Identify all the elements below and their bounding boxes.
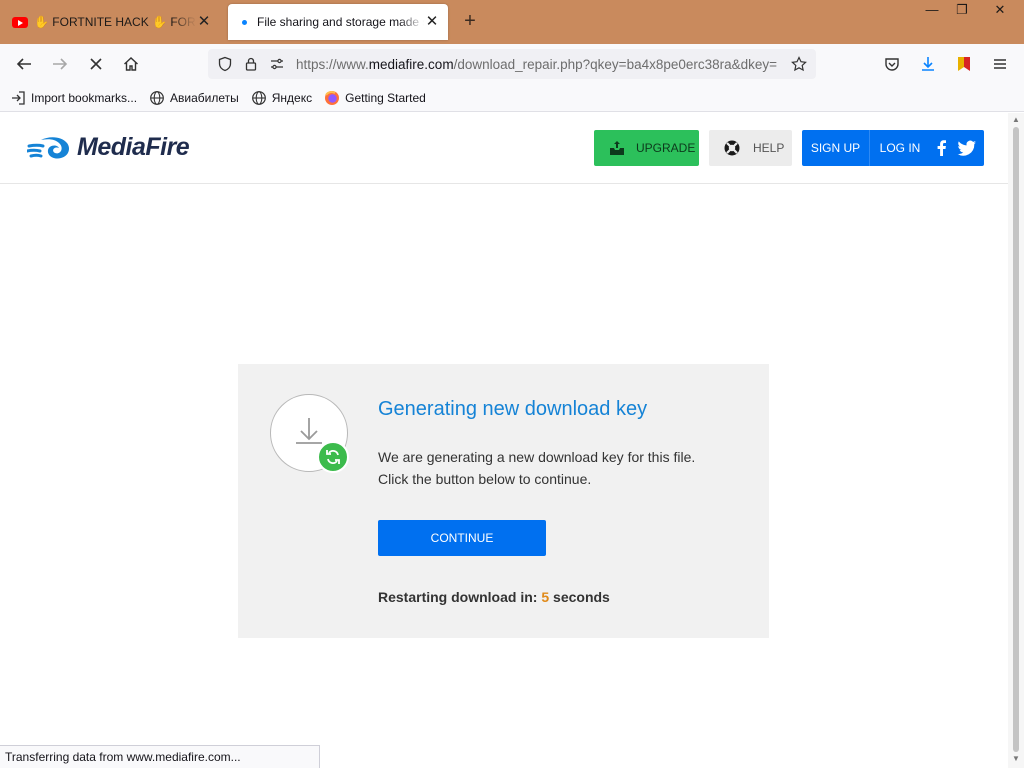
restart-countdown: Restarting download in: 5 seconds [378,589,610,605]
new-tab-button[interactable]: + [458,10,482,34]
log-in-button[interactable]: LOG IN [870,130,930,166]
mediafire-logo[interactable]: MediaFire [27,133,190,162]
sign-up-button[interactable]: SIGN UP [802,130,870,166]
stop-x-icon [90,58,102,70]
upgrade-button[interactable]: UPGRADE [594,130,699,166]
twitter-icon[interactable] [956,138,978,158]
arrow-right-icon [53,58,68,70]
upgrade-box-icon [610,141,624,155]
youtube-icon [12,16,28,28]
page-scrollbar[interactable]: ▲ ▼ [1008,113,1024,768]
globe-icon [251,90,266,105]
scroll-down-icon[interactable]: ▼ [1008,754,1024,766]
lock-icon[interactable] [238,51,264,77]
menu-button[interactable] [986,50,1014,78]
home-button[interactable] [117,50,145,78]
tab-title: File sharing and storage made simple [257,15,424,29]
bookmark-getting-started[interactable]: Getting Started [324,90,426,106]
tab-bar: ✋ FORTNITE HACK ✋ FORTNITE ✕ File sharin… [0,0,1024,44]
loading-indicator-icon [242,19,247,25]
site-header: MediaFire UPGRADE HELP SIGN UP LOG IN [0,113,1008,184]
close-window-button[interactable]: ✕ [985,0,1015,22]
bookmark-star-icon[interactable] [786,51,812,77]
globe-icon [150,90,164,105]
help-label: HELP [753,141,785,155]
stop-button[interactable] [82,50,110,78]
scroll-up-icon[interactable]: ▲ [1008,115,1024,127]
restart-suffix: seconds [553,589,610,605]
arrow-left-icon [16,58,31,70]
restore-button[interactable]: ❐ [947,0,977,22]
refresh-icon [317,441,349,473]
permissions-icon[interactable] [264,51,290,77]
close-tab-icon[interactable]: ✕ [196,14,212,30]
home-icon [124,57,138,71]
pocket-button[interactable] [878,50,906,78]
logo-text: MediaFire [77,133,190,161]
bookmark-label: Яндекс [271,90,313,105]
restart-prefix: Restarting download in: [378,589,538,605]
minimize-button[interactable]: — [917,0,947,22]
status-bar: Transferring data from www.mediafire.com… [0,745,320,768]
close-tab-icon[interactable]: ✕ [424,14,440,30]
bookmark-label: Getting Started [345,90,426,105]
tab-title: ✋ FORTNITE HACK ✋ FORTNITE [34,15,196,29]
page-content: MediaFire UPGRADE HELP SIGN UP LOG IN Ge… [0,113,1008,745]
upgrade-label: UPGRADE [636,141,696,155]
navigation-bar: https://www.mediafire.com/download_repai… [0,44,1024,84]
url-path: /download_repair.php?qkey=ba4x8pe0erc38r… [453,56,778,72]
url-text[interactable]: https://www.mediafire.com/download_repai… [296,57,786,72]
firefox-icon [325,90,340,105]
bookmark-yandex[interactable]: Яндекс [251,90,312,106]
description-line: We are generating a new download key for… [378,449,696,465]
download-arrow-icon [922,57,934,71]
card-description: We are generating a new download key for… [378,446,738,490]
hamburger-menu-icon [994,59,1006,69]
countdown-value: 5 [541,589,550,605]
forward-button[interactable] [46,50,74,78]
url-prefix: https://www. [296,56,369,72]
download-key-card: Generating new download key We are gener… [238,364,769,638]
address-bar[interactable]: https://www.mediafire.com/download_repai… [208,49,816,79]
import-icon [12,90,25,105]
pocket-icon [885,58,899,71]
description-line: Click the button below to continue. [378,471,592,487]
bookmark-label: Авиабилеты [170,90,239,105]
bookmark-import[interactable]: Import bookmarks... [10,90,137,106]
help-button[interactable]: HELP [709,130,792,166]
continue-button[interactable]: CONTINUE [378,520,546,556]
downloads-button[interactable] [914,50,942,78]
facebook-icon[interactable] [932,138,952,158]
back-button[interactable] [10,50,38,78]
tracking-shield-icon[interactable] [212,51,238,77]
bookmark-aviabilety[interactable]: Авиабилеты [149,90,239,106]
mediafire-flame-icon [27,136,69,159]
url-domain: mediafire.com [368,56,454,72]
extension-flag-icon [958,57,970,71]
tab-fortnite-video[interactable]: ✋ FORTNITE HACK ✋ FORTNITE ✕ [4,4,220,40]
bookmark-label: Import bookmarks... [31,90,138,105]
lifebuoy-icon [724,140,740,156]
tab-mediafire[interactable]: File sharing and storage made simple ✕ [228,4,448,40]
card-title: Generating new download key [378,398,648,420]
bookmarks-toolbar: Import bookmarks... Авиабилеты Яндекс Ge… [0,84,1024,112]
auth-button-group: SIGN UP LOG IN [802,130,984,166]
extension-button[interactable] [950,50,978,78]
scroll-thumb[interactable] [1013,127,1019,752]
